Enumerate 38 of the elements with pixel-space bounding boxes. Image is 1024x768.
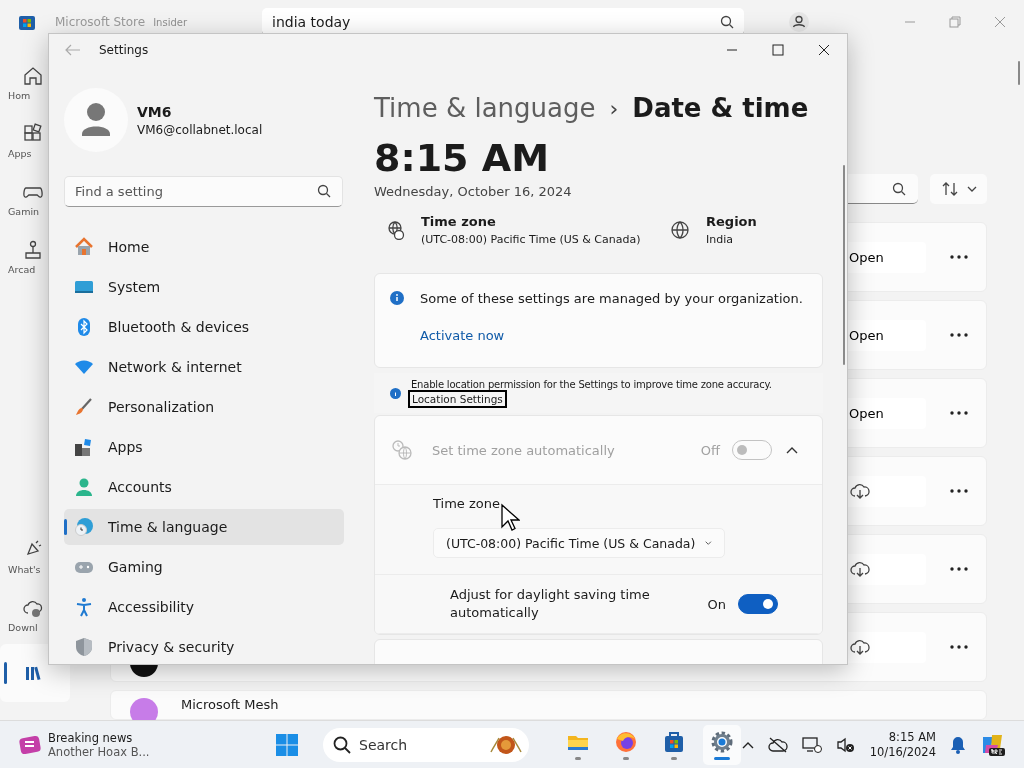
nav-item[interactable]: Accounts [64,469,344,505]
nav-item[interactable]: Time & language [64,509,344,545]
app-title: Microsoft Store [55,15,146,29]
setting-label: Set time zone automatically [432,442,616,458]
user-name: VM6 [137,103,173,120]
breadcrumb-link[interactable]: Time & language [374,93,596,123]
nav-item[interactable]: Network & internet [64,349,344,385]
app-name: Microsoft Mesh [181,697,279,712]
field-label: Time zone [433,496,501,511]
search-field[interactable]: Search [323,727,529,762]
nav-item[interactable]: Apps [0,112,70,170]
summary-value: India [706,233,734,246]
search-field[interactable]: Find a setting [64,176,343,207]
location-settings-link[interactable]: Location Settings [408,389,507,408]
user-email: VM6@collabnet.local [137,122,263,137]
page-title: Date & time [632,93,809,123]
clock[interactable]: 8:15 AM 10/16/2024 [869,729,936,760]
search-field[interactable]: india today [262,8,745,36]
insider-label: Insider [153,16,188,28]
current-time: 8:15 AM [374,135,550,181]
news-widget[interactable]: Breaking news Another Hoax B... [0,730,228,759]
setting-label: Adjust for daylight saving time automatically [450,586,651,622]
window-title: Settings [99,43,149,57]
location-message: Enable location permission for the Settings to improve time zone accuracy. [411,378,772,390]
summary-title: Region [706,214,757,229]
current-date: Wednesday, October 16, 2024 [374,184,573,199]
nav-item[interactable]: Personalization [64,389,344,425]
nav-item[interactable]: Bluetooth & devices [64,309,344,345]
nav-item[interactable]: Apps [64,429,344,465]
activate-link[interactable]: Activate now [420,328,803,343]
toggle-state: Off [700,442,720,458]
nav-item[interactable]: Hom [0,54,70,112]
info-message: Some of these settings are managed by your organization. [420,291,803,306]
timezone-dropdown[interactable]: (UTC-08:00) Pacific Time (US & Canada) [433,528,725,558]
summary-value: (UTC-08:00) Pacific Time (US & Canada) [421,233,641,246]
summary-title: Time zone [421,214,497,229]
toggle-state: On [707,596,726,612]
breadcrumb-separator: › [609,95,619,121]
